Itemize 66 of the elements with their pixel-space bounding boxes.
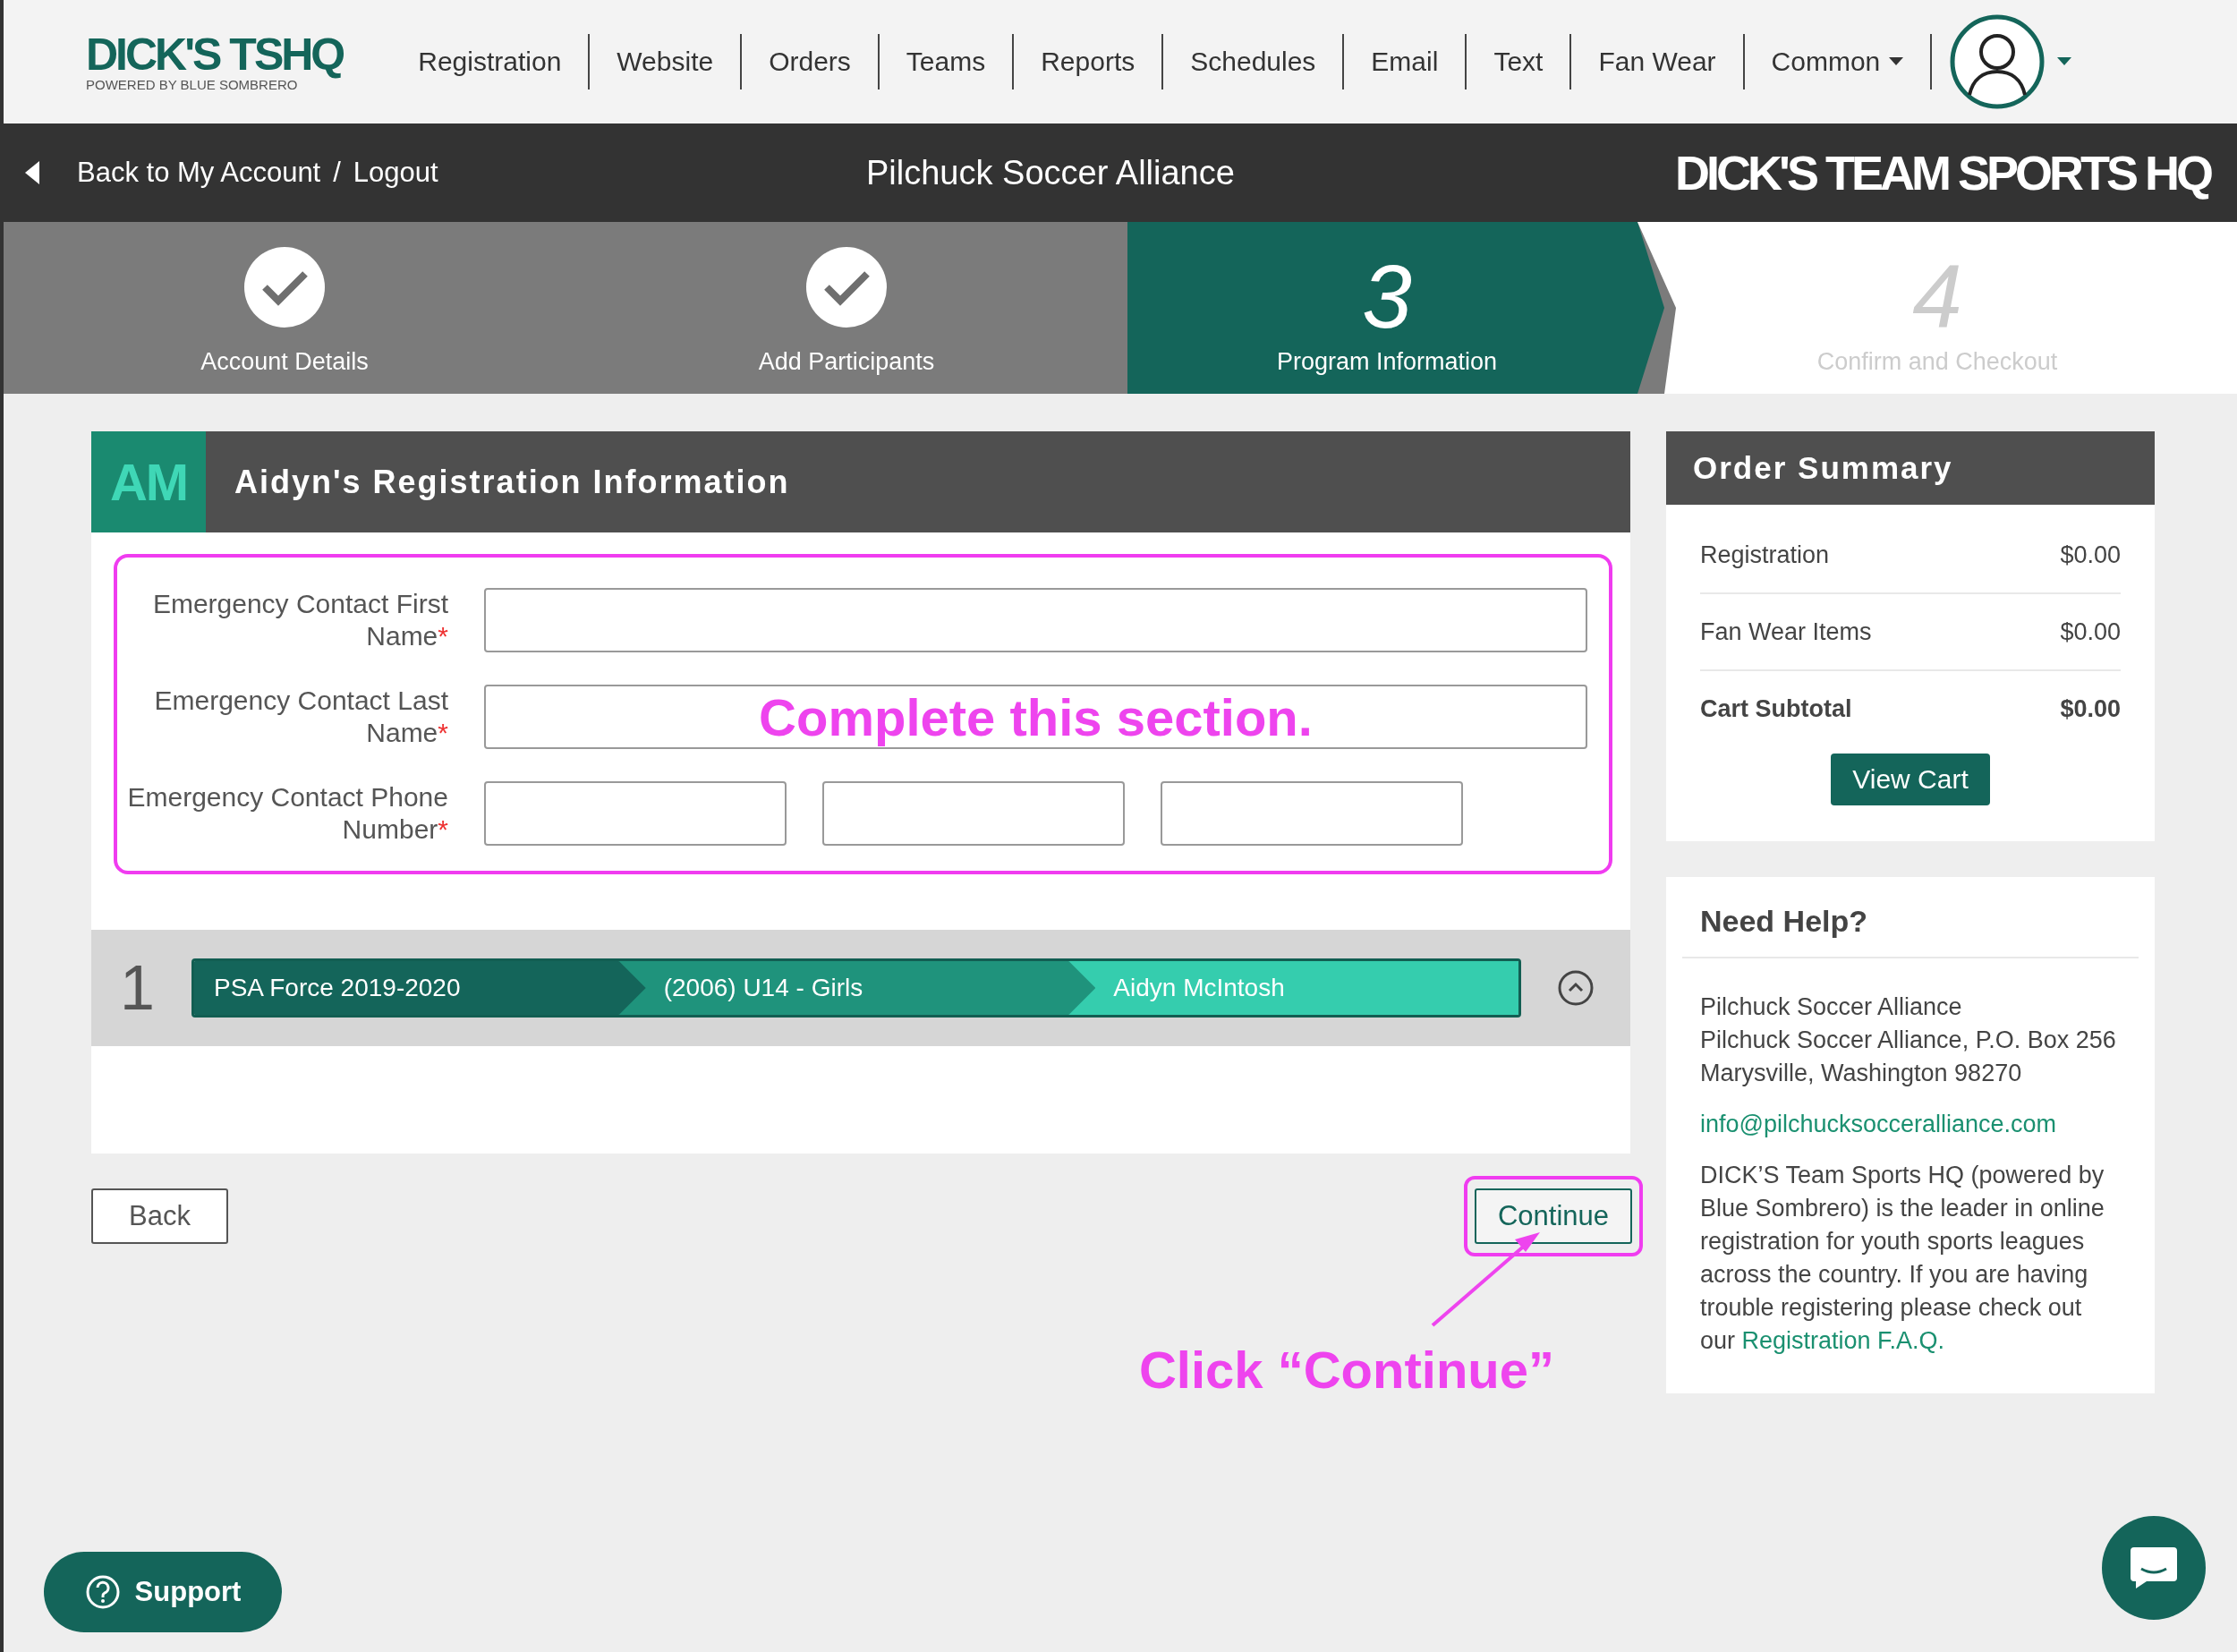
organization-name: Pilchuck Soccer Alliance: [866, 153, 1236, 192]
input-field[interactable]: [822, 781, 1125, 846]
card-title: Order Summary: [1693, 450, 1953, 486]
breadcrumb-segment: (2006) U14 - Girls: [618, 961, 1096, 1015]
separator: /: [333, 157, 341, 189]
summary-amount: $0.00: [2060, 617, 2121, 646]
field-label: Emergency Contact Last Name*: [153, 685, 448, 749]
logo[interactable]: DICK'S TSHQ POWERED BY BLUE SOMBRERO: [86, 31, 344, 92]
step-label: Program Information: [1276, 348, 1498, 376]
address-line: Pilchuck Soccer Alliance, P.O. Box 256: [1700, 1026, 2117, 1055]
support-button[interactable]: Support: [44, 1552, 282, 1632]
back-link[interactable]: Back to My Account: [77, 157, 321, 189]
checkmark-icon: [805, 246, 888, 328]
nav-link[interactable]: Email: [1342, 34, 1466, 89]
input-field[interactable]: [1161, 781, 1463, 846]
logo-subtitle: POWERED BY BLUE SOMBRERO: [86, 76, 298, 92]
breadcrumb-segment: Aidyn McIntosh: [1068, 961, 1518, 1015]
participant-number: 1: [120, 952, 156, 1024]
caret-icon: [1889, 57, 1904, 66]
caret-icon[interactable]: [2057, 57, 2072, 66]
initials-badge: AM: [91, 431, 206, 532]
nav-link[interactable]: Fan Wear: [1569, 34, 1743, 89]
summary-amount: $0.00: [2060, 694, 2121, 723]
back-arrow-icon: [25, 161, 39, 184]
view-cart-button[interactable]: View Cart: [1831, 754, 1990, 805]
nav-link[interactable]: Teams: [877, 34, 1013, 89]
breadcrumb-segment: PSA Force 2019-2020: [194, 961, 646, 1015]
help-icon: [84, 1574, 121, 1610]
nav-link[interactable]: Registration: [391, 34, 589, 89]
summary-amount: $0.00: [2060, 541, 2121, 569]
input-field[interactable]: [484, 685, 1587, 749]
summary-label: Cart Subtotal: [1700, 694, 1852, 723]
step-label: Account Details: [200, 348, 369, 376]
annotation-text: Click “Continue”: [1138, 1340, 1554, 1400]
email-link[interactable]: info@pilchucksocceralliance.com: [1700, 1108, 2121, 1141]
chat-icon: [2129, 1546, 2179, 1590]
nav-link[interactable]: Orders: [740, 34, 878, 89]
program-breadcrumb[interactable]: PSA Force 2019-2020 (2006) U14 - Girls Aidyn McIntosh: [191, 958, 1521, 1018]
field-label: Emergency Contact Phone Number*: [126, 781, 448, 846]
step-number: 3: [1362, 251, 1412, 341]
nav-link[interactable]: Website: [588, 34, 741, 89]
step-label: Add Participants: [758, 348, 935, 376]
input-field[interactable]: [484, 588, 1587, 652]
faq-link[interactable]: Registration F.A.Q.: [1741, 1327, 1945, 1354]
address-line: Pilchuck Soccer Alliance: [1700, 992, 1963, 1022]
annotation-text: Complete this section.: [759, 686, 1313, 747]
continue-button[interactable]: Continue: [1474, 1188, 1632, 1244]
card-title: Need Help?: [1682, 877, 2139, 958]
brand-logo: DICK'S TEAM SPORTS HQ: [1675, 145, 2210, 200]
field-label: Emergency Contact First Name*: [151, 588, 448, 652]
summary-label: Fan Wear Items: [1700, 617, 1872, 646]
checkmark-icon: [243, 246, 326, 328]
logo-title: DICK'S TSHQ: [86, 31, 344, 77]
nav-link[interactable]: Common: [1742, 34, 1931, 89]
nav-link[interactable]: Reports: [1012, 34, 1162, 89]
nav-link[interactable]: Text: [1465, 34, 1570, 89]
nav-link[interactable]: Schedules: [1161, 34, 1343, 89]
avatar-icon[interactable]: [1950, 14, 2046, 109]
collapse-icon[interactable]: [1557, 969, 1595, 1007]
card-title: Aidyn's Registration Information: [234, 463, 790, 501]
input-field[interactable]: [484, 781, 787, 846]
help-paragraph: DICK’S Team Sports HQ (powered by Blue Sombrero) is the leader in online registration for youth sports leagues across the country. If you are having trouble registering please check out our Registration F.A.Q.: [1700, 1161, 2105, 1356]
back-button[interactable]: Back: [91, 1188, 228, 1244]
logout-link[interactable]: Logout: [353, 157, 438, 189]
address-line: Marysville, Washington 98270: [1700, 1059, 2023, 1088]
summary-label: Registration: [1700, 541, 1830, 569]
